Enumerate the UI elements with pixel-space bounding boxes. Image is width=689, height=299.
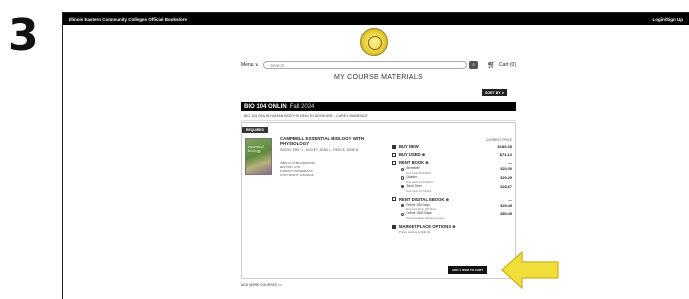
required-badge: REQUIRED [242,127,268,133]
rent-ebook-label: RENT DIGITAL EBOOK ⊕ [399,196,450,202]
book-cover-image: essential biology [245,138,272,175]
radio-button[interactable] [401,176,405,180]
rent-ebook-terms: Online 180 Days Downloadable 180 Days $49… [392,203,512,220]
book-info: CAMPBELL ESSENTIAL BIOLOGY WITH PHYSIOLO… [280,136,390,177]
course-header: BIO 104 ONLIN Fall 2024 [241,102,516,111]
course-subtitle: BIO 104 ONLIN HUMAN BODY IN HEALTH &DISE… [241,112,516,121]
ebook-term-price: $49.49 [500,203,512,208]
ebook-term-note: Downloadable Lifetime Access [406,216,445,221]
book-card: REQUIRED essential biology CAMPBELL ESSE… [241,122,516,279]
radio-button[interactable] [401,204,405,208]
price-header: CURRENT PRICE [485,138,512,142]
college-logo[interactable] [360,28,388,56]
option-rent-ebook[interactable]: RENT DIGITAL EBOOK ⊕ — [392,197,512,202]
rent-term-row[interactable]: Short Term Due back 11/7/2024 $28.67 [401,184,512,193]
sort-by-button[interactable]: SORT BY ∨ [482,89,508,96]
buy-used-label: BUY USED ⊕ [399,152,426,157]
search-input[interactable]: Search [263,61,468,69]
login-link[interactable]: Login/Sign Up [653,17,684,22]
book-title: CAMPBELL ESSENTIAL BIOLOGY WITH PHYSIOLO… [280,136,364,147]
course-term: Fall 2024 [289,103,315,110]
radio-button[interactable] [401,185,405,189]
pointer-arrow-icon [501,250,559,290]
marketplace-note: Prices starting at $40.40 [399,230,431,235]
marketplace-label: MARKETPLACE OPTIONS ⊕ [399,224,456,230]
option-marketplace[interactable]: MARKETPLACE OPTIONS ⊕ [392,224,512,229]
rent-book-terms: Semester Due back 8/31/2024 $20.30 Quarte… [392,166,512,193]
option-buy-used[interactable]: BUY USED ⊕ $73.13 [392,152,512,157]
add-to-cart-button[interactable]: ADD 1 ITEM TO CART [448,266,488,274]
book-meta: ISBN13: 9780134053318 EDITION: 6TH FORMA… [280,161,390,178]
add-more-courses-link[interactable]: ADD MORE COURSES >> [241,283,282,287]
option-buy-new[interactable]: BUY NEW $189.35 [392,144,512,149]
store-name: Illinois Eastern Community Colleges Offi… [69,16,188,22]
cover-title: essential biology [248,145,264,153]
ebook-term-row[interactable]: Online 1800 Days Downloadable Lifetime Ac… [401,212,512,220]
step-number: 3 [8,10,39,61]
book-copyright: COPYRIGHT: 1/30/2018 [280,173,314,178]
rent-term-row[interactable]: Quarter Due back 12/10/2024 $29.29 [401,175,512,184]
cart-button[interactable]: 🛒︎ Cart (0) [487,61,516,69]
rent-ebook-checkbox[interactable] [392,197,396,202]
option-rent-book[interactable]: RENT BOOK ⊕ — [392,160,512,165]
cart-icon: 🛒︎ [487,62,497,69]
page-title: MY COURSE MATERIALS [333,74,424,81]
rent-book-checkbox[interactable] [392,160,396,165]
buy-used-price: $73.13 [499,152,512,157]
tutorial-slide: 3 Illinois Eastern Community Colleges Of… [0,0,689,299]
search-icon[interactable]: ⌕ [469,61,479,69]
purchase-options: CURRENT PRICE BUY NEW $189.35 BUY USED ⊕… [392,138,512,234]
rent-term-price: $28.67 [500,184,512,189]
buy-used-checkbox[interactable] [392,152,396,157]
rent-ebook-price: — [508,196,512,202]
rent-term-row[interactable]: Semester Due back 8/31/2024 $20.30 [401,166,512,175]
buy-new-label: BUY NEW [399,144,419,149]
rent-term-price: $29.29 [500,175,512,180]
course-code: BIO 104 ONLIN [244,103,287,110]
rent-term-note: Due back 11/7/2024 [406,188,432,193]
book-authors: SIMON, ERIC J.; DICKEY, JEAN L.; REECE, … [280,147,360,152]
menu-button[interactable]: Menu ∨ [241,62,263,68]
rent-book-price: — [508,160,512,165]
ebook-term-price: $80.49 [500,212,512,217]
cart-label: Cart (0) [499,62,516,68]
bookstore-screenshot: Illinois Eastern Community Colleges Offi… [62,12,689,299]
rent-book-label: RENT BOOK ⊕ [399,160,429,165]
buy-new-price: $189.35 [497,144,512,149]
marketplace-checkbox[interactable] [392,224,396,229]
ebook-term-row[interactable]: Online 180 Days Downloadable 180 Days $49… [401,203,512,211]
nav-row: Menu ∨ Search ⌕ 🛒︎ Cart (0) [241,60,516,70]
radio-button[interactable] [401,167,405,171]
top-bar: Illinois Eastern Community Colleges Offi… [63,13,689,25]
radio-button[interactable] [401,212,405,217]
buy-new-checkbox[interactable] [392,144,396,149]
rent-term-price: $20.30 [500,167,512,171]
